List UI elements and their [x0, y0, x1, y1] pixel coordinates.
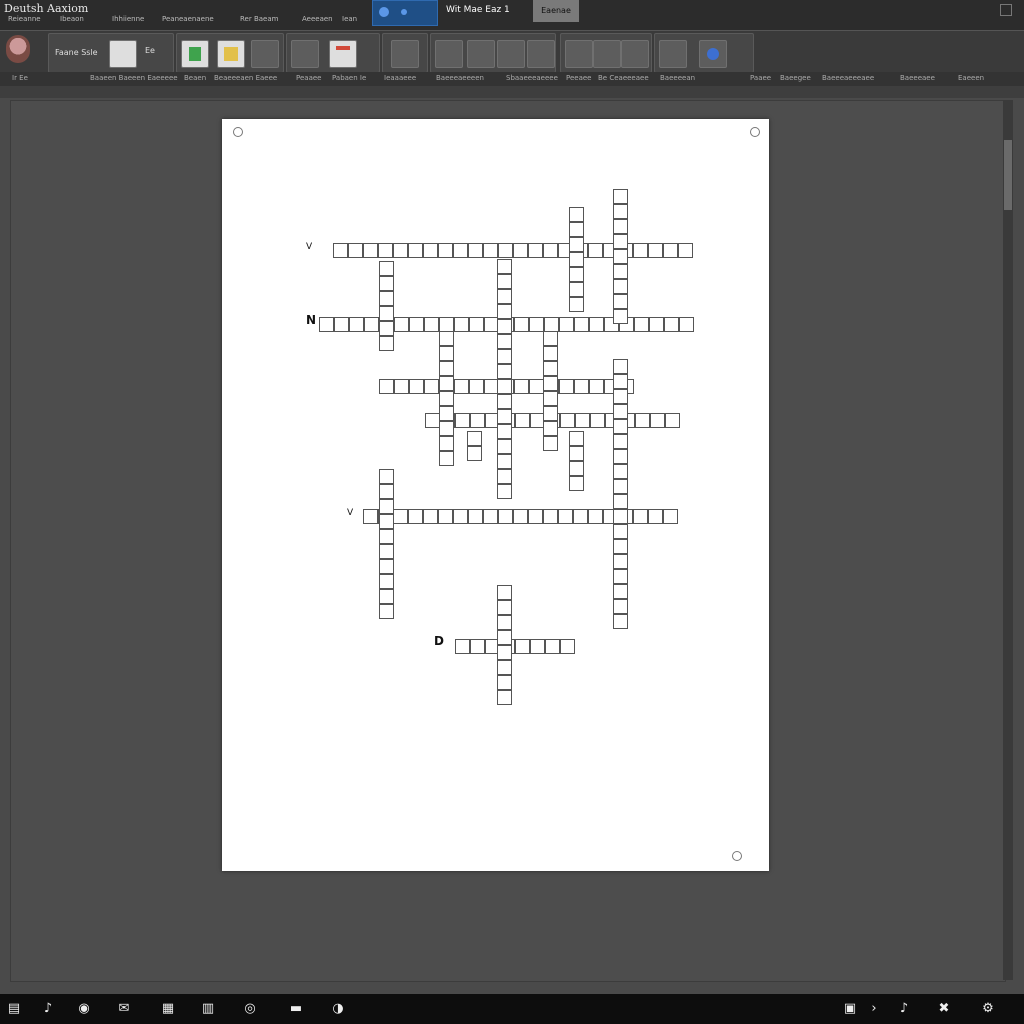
browser-icon[interactable]: ◎ — [242, 1001, 258, 1017]
group-caption: Baeeeaeeeen — [436, 74, 484, 82]
style-dropdown[interactable]: Ee — [145, 46, 155, 55]
stats-icon[interactable]: ▥ — [200, 1001, 216, 1017]
menu-item[interactable]: Peaneaenaene — [162, 15, 214, 23]
search-icon[interactable] — [291, 40, 319, 68]
app-icon — [379, 7, 389, 17]
group-caption: Peaaee — [296, 74, 322, 82]
vertical-scrollbar[interactable] — [1003, 100, 1013, 980]
group-caption: Ieaaaeee — [384, 74, 417, 82]
group-caption: Baeeeaee — [900, 74, 935, 82]
mail-icon[interactable]: ✉ — [116, 1001, 132, 1017]
group-caption: Baaeen Baeeen Eaeeeee — [90, 74, 178, 82]
layout-icon[interactable] — [435, 40, 463, 68]
music-icon[interactable]: ♪ — [40, 1001, 56, 1017]
ribbon: Faane Ssle Ee — [0, 30, 1024, 75]
user-icon[interactable] — [391, 40, 419, 68]
ruler — [0, 86, 1024, 98]
doc-icon[interactable]: ▤ — [6, 1001, 22, 1017]
sheet-icon[interactable] — [181, 40, 209, 68]
status-icon — [401, 9, 407, 15]
taskbar: ▤ ♪ ◉ ✉ ▦ ▥ ◎ ▬ ◑ ▣ › ♪ ✖ ⚙ — [0, 994, 1024, 1024]
share-icon[interactable] — [527, 40, 555, 68]
title-bar: Deutsh Aaxiom Reieanne Ibeaon Ihhiienne … — [0, 0, 1024, 30]
group-caption: Eaeeen — [958, 74, 985, 82]
network-icon[interactable]: ▣ — [842, 1001, 858, 1017]
table-icon[interactable] — [329, 40, 357, 68]
group-caption: Paaee — [750, 74, 772, 82]
group-caption: Beaen — [184, 74, 207, 82]
print-icon[interactable] — [621, 40, 649, 68]
menu-item[interactable]: Reieanne — [8, 15, 41, 23]
font-style-label[interactable]: Faane Ssle — [55, 48, 98, 57]
group-caption: Peeaee — [566, 74, 592, 82]
globe-icon[interactable] — [699, 40, 727, 68]
menu-item[interactable]: Rer Baeam — [240, 15, 278, 23]
ribbon-group-review — [382, 33, 428, 73]
columns-icon[interactable] — [467, 40, 495, 68]
group-caption: Beaeeeaen Eaeee — [214, 74, 278, 82]
group-caption: Sbaaeeeaeeee — [506, 74, 558, 82]
image-icon[interactable] — [217, 40, 245, 68]
calendar-icon[interactable] — [109, 40, 137, 68]
tab-button[interactable]: Eaenae — [533, 0, 579, 22]
group-caption: Baeeeaeeeaee — [822, 74, 875, 82]
ribbon-group-layout — [430, 33, 556, 73]
page-corner-icon — [732, 851, 742, 861]
document-title: Wit Mae Eaz 1 — [446, 5, 510, 15]
chart-icon[interactable] — [251, 40, 279, 68]
group-caption: Baeeeean — [660, 74, 696, 82]
avatar[interactable] — [6, 35, 30, 63]
page-icon[interactable] — [593, 40, 621, 68]
page-corner-icon — [750, 127, 760, 137]
ribbon-group-font: Faane Ssle Ee — [48, 33, 174, 73]
group-caption: Baeegee — [780, 74, 811, 82]
globe-icon[interactable]: ◑ — [330, 1001, 346, 1017]
grid-icon[interactable] — [497, 40, 525, 68]
window-control-icon[interactable] — [1000, 4, 1012, 16]
view-icon[interactable] — [565, 40, 593, 68]
active-document-tab[interactable] — [372, 0, 438, 26]
menu-item[interactable]: Ihhiienne — [112, 15, 144, 23]
ribbon-group-extra — [654, 33, 754, 73]
bus-icon[interactable]: ▬ — [288, 1001, 304, 1017]
arrow-icon[interactable]: › — [866, 1001, 882, 1017]
pen-icon[interactable] — [659, 40, 687, 68]
ribbon-group-tools — [286, 33, 380, 73]
app-title: Deutsh Aaxiom — [4, 2, 89, 15]
power-icon[interactable]: ⚙ — [980, 1001, 996, 1017]
volume-icon[interactable]: ♪ — [896, 1001, 912, 1017]
menu-item[interactable]: Ibeaon — [60, 15, 84, 23]
group-caption: Ir Ee — [12, 74, 28, 82]
scrollbar-thumb[interactable] — [1004, 140, 1012, 210]
menu-item[interactable]: Aeeeaen — [302, 15, 333, 23]
ribbon-group-captions: Ir Ee Baaeen Baeeen Eaeeeee Beaen Beaeee… — [0, 72, 1024, 87]
page-corner-icon — [233, 127, 243, 137]
ribbon-group-insert — [176, 33, 284, 73]
group-caption: Be Ceaeeeaee — [598, 74, 649, 82]
group-caption: Pabaen Ie — [332, 74, 367, 82]
document-page[interactable] — [222, 119, 769, 871]
menu-item[interactable]: Iean — [342, 15, 357, 23]
chat-icon[interactable]: ◉ — [76, 1001, 92, 1017]
ribbon-group-view — [560, 33, 652, 73]
expand-icon[interactable]: ✖ — [936, 1001, 952, 1017]
media-icon[interactable]: ▦ — [160, 1001, 176, 1017]
